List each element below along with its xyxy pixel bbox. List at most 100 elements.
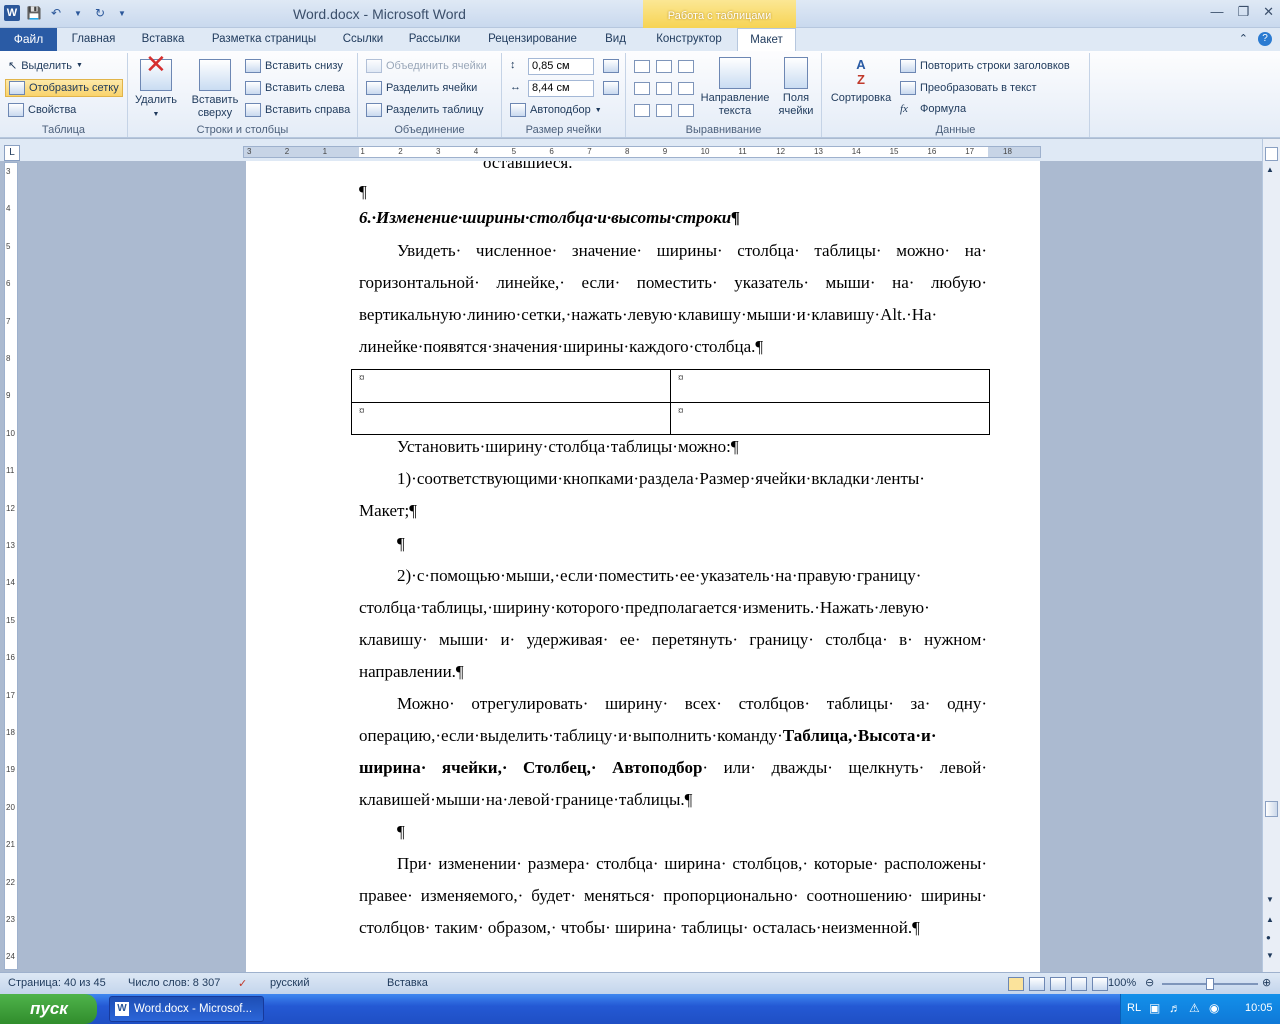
- table-cell[interactable]: ¤: [678, 372, 684, 384]
- tab-file[interactable]: Файл: [0, 28, 57, 51]
- tab-design[interactable]: Конструктор: [643, 28, 735, 51]
- tab-layout[interactable]: Макет: [737, 28, 796, 51]
- properties-button[interactable]: Свойства: [8, 103, 76, 117]
- table-cell[interactable]: ¤: [359, 405, 365, 417]
- next-page-icon[interactable]: ▼: [1266, 951, 1274, 960]
- scroll-up-icon[interactable]: ▲: [1266, 165, 1274, 174]
- select-button[interactable]: ↖ Выделить ▼: [8, 59, 83, 73]
- network-icon[interactable]: ▣: [1149, 1001, 1160, 1015]
- distribute-columns-icon[interactable]: [603, 81, 619, 95]
- tab-review[interactable]: Рецензирование: [475, 28, 590, 51]
- align-middle-left-icon[interactable]: [634, 82, 650, 95]
- horizontal-ruler[interactable]: 3 2 1 1 2 3 4 5 6 7 8 9 10 11 12 13 14 15 16 17 18: [243, 146, 1041, 158]
- merge-cells-button[interactable]: Объединить ячейки: [366, 59, 487, 73]
- save-icon[interactable]: 💾: [26, 5, 42, 21]
- zoom-in-icon[interactable]: ⊕: [1262, 976, 1271, 989]
- ruler-tick-label: 22: [6, 877, 15, 887]
- align-top-right-icon[interactable]: [678, 60, 694, 73]
- draft-icon[interactable]: [1092, 977, 1108, 991]
- chevron-down-icon[interactable]: ▼: [70, 5, 86, 21]
- column-width-field[interactable]: 8,44 см: [528, 80, 594, 97]
- tab-selector[interactable]: L: [4, 145, 20, 161]
- restore-icon[interactable]: ❐: [1237, 4, 1249, 20]
- table-cell[interactable]: ¤: [678, 405, 684, 417]
- convert-to-text-button[interactable]: Преобразовать в текст: [900, 81, 1037, 95]
- zoom-out-icon[interactable]: ⊖: [1145, 976, 1154, 989]
- zoom-slider-thumb[interactable]: [1206, 978, 1214, 990]
- tab-insert[interactable]: Вставка: [130, 28, 196, 51]
- print-layout-icon[interactable]: [1008, 977, 1024, 991]
- align-bottom-center-icon[interactable]: [656, 104, 672, 117]
- browse-object-icon[interactable]: ●: [1266, 933, 1271, 942]
- tab-references[interactable]: Ссылки: [332, 28, 394, 51]
- align-top-center-icon[interactable]: [656, 60, 672, 73]
- table-cell[interactable]: ¤: [359, 372, 365, 384]
- document-area[interactable]: оставшиеся. ¶ 6.·Изменение·ширины·столбц…: [20, 161, 1262, 972]
- repeat-header-rows-button[interactable]: Повторить строки заголовков: [900, 59, 1070, 73]
- document-page[interactable]: оставшиеся. ¶ 6.·Изменение·ширины·столбц…: [246, 161, 1040, 972]
- row-height-field[interactable]: 0,85 см: [528, 58, 594, 75]
- word-count[interactable]: Число слов: 8 307: [128, 977, 220, 989]
- sort-button[interactable]: AZ Сортировка: [826, 57, 896, 105]
- taskbar-word-window[interactable]: W Word.docx - Microsof...: [109, 996, 264, 1022]
- align-middle-center-icon[interactable]: [656, 82, 672, 95]
- web-layout-icon[interactable]: [1050, 977, 1066, 991]
- previous-page-icon[interactable]: ▲: [1266, 915, 1274, 924]
- distribute-rows-icon[interactable]: [603, 59, 619, 73]
- align-bottom-right-icon[interactable]: [678, 104, 694, 117]
- cell-margins-button[interactable]: Поля ячейки: [776, 57, 816, 118]
- start-button[interactable]: пуск: [0, 994, 97, 1024]
- vertical-scrollbar[interactable]: ▲ ▼ ▲ ● ▼: [1262, 139, 1280, 972]
- insert-left-button[interactable]: Вставить слева: [245, 81, 345, 95]
- language-indicator[interactable]: RL: [1127, 1002, 1141, 1014]
- help-icon[interactable]: ?: [1258, 32, 1272, 46]
- zoom-level[interactable]: 100%: [1108, 977, 1136, 989]
- volume-icon[interactable]: ♬: [1169, 1001, 1181, 1015]
- insert-above-button[interactable]: Вставить сверху: [186, 59, 244, 120]
- page-count[interactable]: Страница: 40 из 45: [8, 977, 106, 989]
- ruler-tick-label: 3: [436, 147, 441, 156]
- insert-right-button[interactable]: Вставить справа: [245, 103, 350, 117]
- word-app-icon[interactable]: W: [4, 5, 20, 21]
- text-direction-button[interactable]: Направление текста: [698, 57, 772, 118]
- formula-icon: fx: [900, 103, 908, 115]
- outline-icon[interactable]: [1071, 977, 1087, 991]
- cursor-icon: ↖: [8, 60, 18, 72]
- scrollbar-thumb[interactable]: [1265, 801, 1278, 817]
- formula-button[interactable]: fx Формула: [900, 103, 966, 115]
- close-icon[interactable]: ✕: [1263, 4, 1274, 20]
- clock[interactable]: 10:05: [1245, 1002, 1273, 1014]
- full-screen-icon[interactable]: [1029, 977, 1045, 991]
- tab-home[interactable]: Главная: [60, 28, 127, 51]
- split-cells-button[interactable]: Разделить ячейки: [366, 81, 477, 95]
- spelling-check-icon[interactable]: ✓: [238, 977, 247, 990]
- redo-icon[interactable]: ↻: [92, 5, 108, 21]
- security-icon[interactable]: ⚠: [1189, 1001, 1200, 1015]
- tab-view[interactable]: Вид: [593, 28, 638, 51]
- scroll-down-icon[interactable]: ▼: [1266, 895, 1274, 904]
- vertical-ruler[interactable]: 3 4 5 6 7 8 9 10 11 12 13 14 15 16 17 18 19 20 21 22 23 24: [4, 162, 18, 970]
- group-merge: Объединить ячейки Разделить ячейки Разде…: [358, 53, 502, 137]
- delete-button[interactable]: ✕ Удалить ▼: [134, 51, 178, 121]
- ruler-toggle-icon[interactable]: [1265, 147, 1278, 161]
- align-middle-right-icon[interactable]: [678, 82, 694, 95]
- insert-below-button[interactable]: Вставить снизу: [245, 59, 343, 73]
- tab-page-layout[interactable]: Разметка страницы: [199, 28, 329, 51]
- tab-mailings[interactable]: Рассылки: [397, 28, 472, 51]
- update-icon[interactable]: ◉: [1209, 1001, 1219, 1015]
- align-top-left-icon[interactable]: [634, 60, 650, 73]
- system-tray: RL ▣ ♬ ⚠ ◉ 10:05: [1120, 994, 1280, 1024]
- language[interactable]: русский: [270, 977, 309, 989]
- align-bottom-left-icon[interactable]: [634, 104, 650, 117]
- paragraph: Увидеть· численное· значение· ширины· ст…: [359, 241, 987, 356]
- minimize-icon[interactable]: —: [1210, 4, 1223, 20]
- show-grid-button[interactable]: Отобразить сетку: [5, 79, 123, 97]
- insert-mode[interactable]: Вставка: [387, 977, 428, 989]
- undo-icon[interactable]: ↶: [48, 5, 64, 21]
- minimize-ribbon-icon[interactable]: ⌃: [1239, 32, 1248, 46]
- split-table-button[interactable]: Разделить таблицу: [366, 103, 484, 117]
- customize-qa-icon[interactable]: ▼: [114, 5, 130, 21]
- ruler-tick-label: 2: [398, 147, 403, 156]
- document-table[interactable]: ¤ ¤ ¤ ¤: [351, 369, 990, 435]
- autofit-button[interactable]: Автоподбор ▼: [510, 103, 602, 117]
